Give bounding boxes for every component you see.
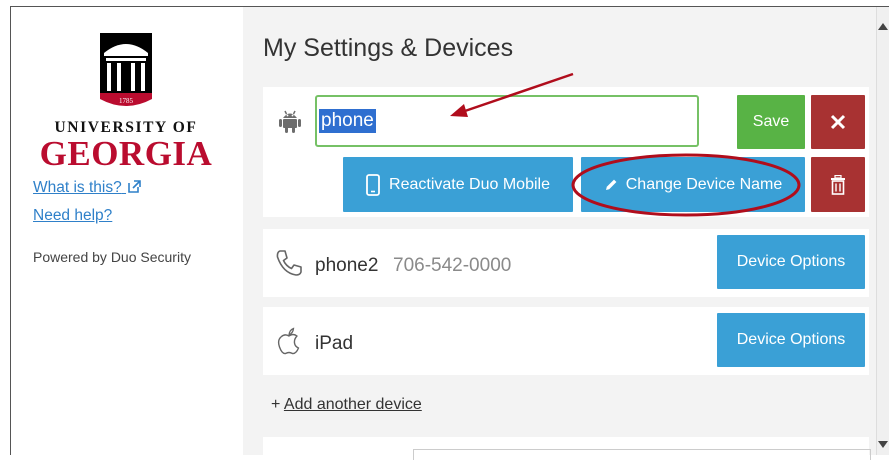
- add-plus-icon: +: [271, 396, 281, 413]
- apple-icon: [277, 327, 300, 355]
- device-name-selection: phone: [319, 109, 376, 133]
- need-help-link[interactable]: Need help?: [33, 207, 112, 225]
- reactivate-label: Reactivate Duo Mobile: [389, 175, 550, 193]
- trash-icon: [831, 174, 845, 195]
- main-panel: My Settings & Devices phone Save: [243, 7, 877, 460]
- duo-prompt-frame: 1785 UNIVERSITY OF GEORGIA What is this?…: [10, 6, 889, 460]
- scrollbar[interactable]: [876, 7, 889, 455]
- page-title: My Settings & Devices: [263, 34, 514, 62]
- reactivate-duo-mobile-button[interactable]: Reactivate Duo Mobile: [343, 157, 573, 212]
- close-icon: [830, 114, 846, 130]
- what-is-this-link[interactable]: What is this?: [33, 179, 141, 197]
- edit-device-card: phone Save Reactivate Duo Mobile Change …: [263, 87, 869, 217]
- mobile-phone-icon: [366, 173, 380, 196]
- scroll-up-arrow-icon[interactable]: [878, 23, 888, 30]
- logo-georgia: GEORGIA: [39, 134, 213, 173]
- device-name: iPad: [315, 333, 354, 354]
- save-button[interactable]: Save: [737, 95, 805, 149]
- what-is-this-label: What is this?: [33, 179, 122, 196]
- device-options-button[interactable]: Device Options: [717, 235, 865, 289]
- scroll-down-arrow-icon[interactable]: [878, 441, 888, 448]
- cancel-edit-button[interactable]: [811, 95, 865, 149]
- add-device-row: + Add another device: [271, 396, 422, 414]
- bottom-select[interactable]: [413, 449, 871, 460]
- logo-year: 1785: [119, 97, 134, 105]
- powered-by-text: Powered by Duo Security: [33, 249, 191, 265]
- uga-logo: 1785 UNIVERSITY OF GEORGIA: [31, 33, 221, 173]
- external-link-icon: [128, 180, 141, 193]
- device-row: phone2 706-542-0000 Device Options: [263, 229, 869, 297]
- change-device-name-button[interactable]: Change Device Name: [581, 157, 805, 212]
- bottom-card: [263, 437, 871, 460]
- android-icon: [279, 110, 301, 133]
- device-options-button[interactable]: Device Options: [717, 313, 865, 367]
- device-row: iPad Device Options: [263, 307, 869, 375]
- device-phone-number: 706-542-0000: [393, 255, 512, 276]
- sidebar: 1785 UNIVERSITY OF GEORGIA What is this?…: [11, 7, 243, 455]
- device-name: phone2: [315, 255, 379, 276]
- phone-icon: [276, 250, 302, 276]
- arch-logo-icon: 1785: [100, 33, 152, 106]
- delete-device-button[interactable]: [811, 157, 865, 212]
- pencil-icon: [605, 179, 617, 190]
- change-name-label: Change Device Name: [625, 175, 783, 193]
- add-another-device-link[interactable]: Add another device: [284, 396, 422, 413]
